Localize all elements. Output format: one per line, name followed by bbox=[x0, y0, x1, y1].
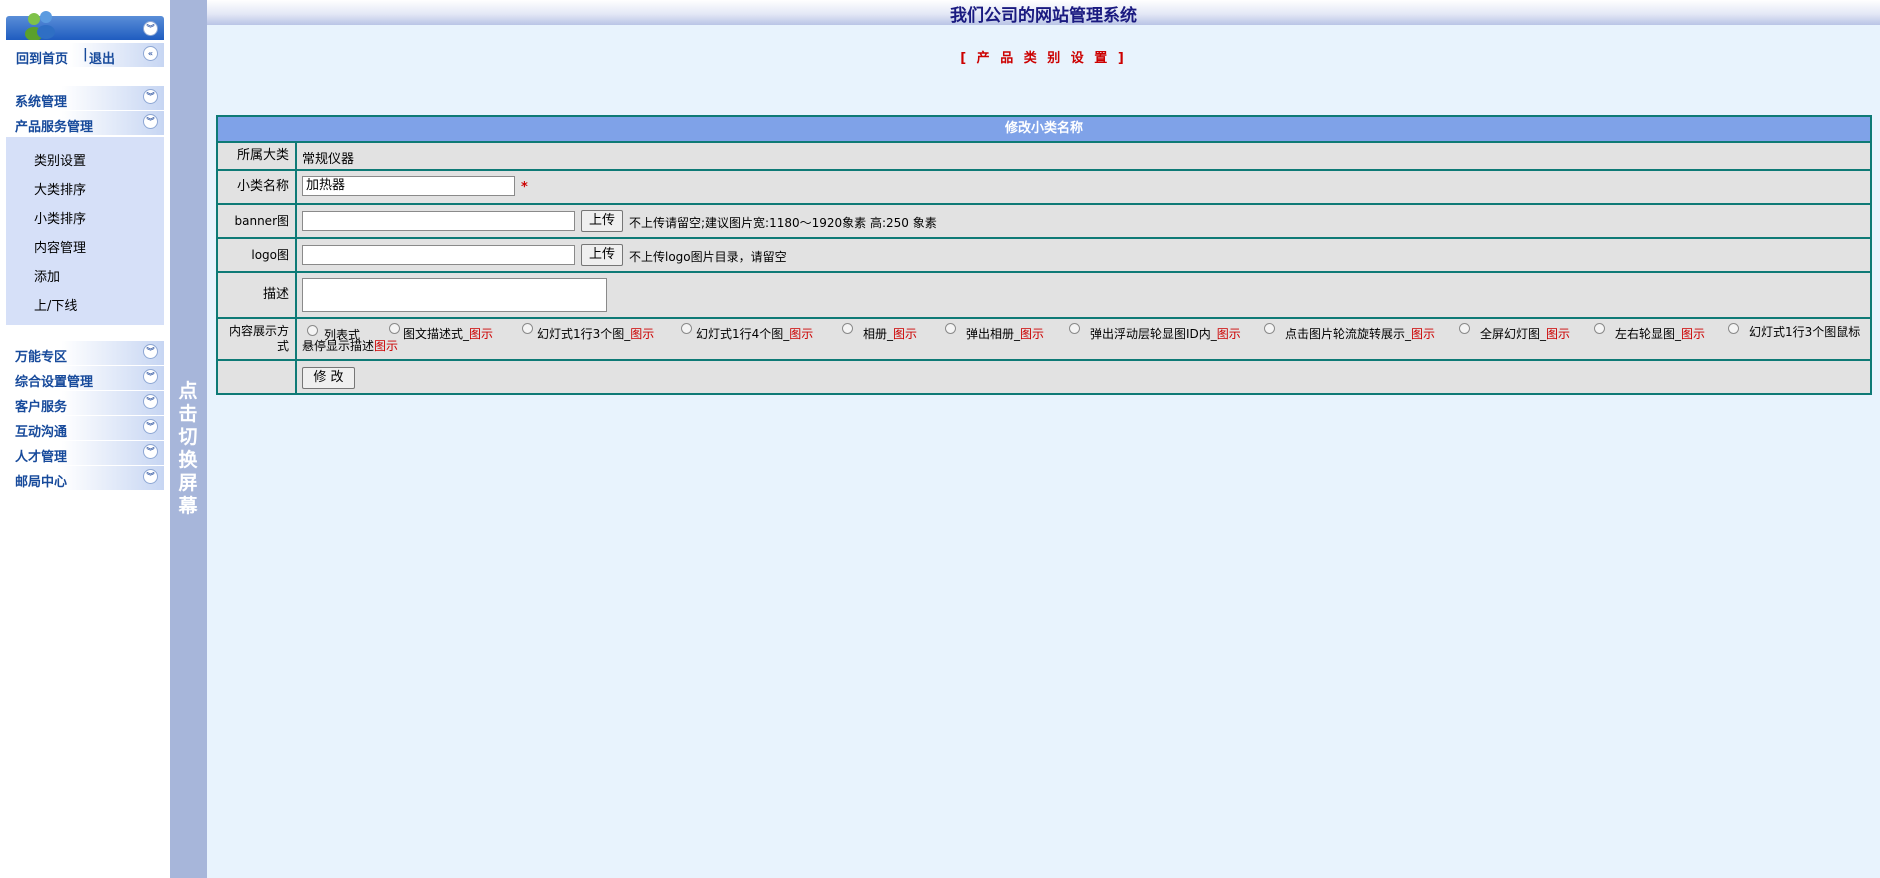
parent-category-label: 所属大类 bbox=[218, 143, 295, 169]
submenu-item-category[interactable]: 类别设置 bbox=[34, 150, 86, 169]
logo-cell: 上传 不上传logo图片目录，请留空 bbox=[297, 239, 1870, 271]
menu-hr[interactable]: 人才管理 ︾ bbox=[6, 441, 164, 465]
menu-mail[interactable]: 邮局中心 ︾ bbox=[6, 466, 164, 490]
submit-cell: 修 改 bbox=[297, 361, 1870, 393]
menu-products[interactable]: 产品服务管理 ︾ bbox=[6, 111, 164, 135]
menu-settings-label: 综合设置管理 bbox=[15, 375, 94, 390]
link-separator: | bbox=[83, 47, 88, 62]
form-header: 修改小类名称 bbox=[218, 117, 1870, 141]
submenu-item-online[interactable]: 上/下线 bbox=[34, 295, 77, 314]
banner-cell: 上传 不上传请留空;建议图片宽:1180～1920象素 高:250 象素 bbox=[297, 205, 1870, 237]
logo-label: logo图 bbox=[218, 239, 295, 271]
chevron-down-icon[interactable]: ︾ bbox=[143, 469, 158, 484]
logo-input[interactable] bbox=[302, 245, 575, 265]
menu-products-label: 产品服务管理 bbox=[15, 120, 94, 135]
submenu-item-minor-sort[interactable]: 小类排序 bbox=[34, 208, 86, 227]
submenu-item-content[interactable]: 内容管理 bbox=[34, 237, 86, 256]
chevron-down-icon[interactable]: ︾ bbox=[143, 394, 158, 409]
chevron-down-icon[interactable]: ︾ bbox=[143, 89, 158, 104]
banner-upload-button[interactable]: 上传 bbox=[581, 210, 623, 232]
banner-label: banner图 bbox=[218, 205, 295, 237]
parent-category-value: 常规仪器 bbox=[302, 152, 355, 167]
submit-button[interactable]: 修 改 bbox=[302, 367, 355, 389]
description-label: 描述 bbox=[218, 273, 295, 317]
edit-subcategory-form: 修改小类名称 所属大类 常规仪器 小类名称 加热器 * banner图 上传 不… bbox=[216, 115, 1872, 395]
logo-hint: 不上传logo图片目录，请留空 bbox=[629, 250, 787, 264]
description-cell bbox=[297, 273, 1870, 317]
subcategory-name-input[interactable]: 加热器 bbox=[302, 176, 515, 196]
submenu-item-add[interactable]: 添加 bbox=[34, 266, 60, 285]
page-title: 我们公司的网站管理系统 bbox=[950, 6, 1137, 26]
chevron-down-icon[interactable]: ︾ bbox=[143, 419, 158, 434]
preview-link[interactable]: 图示 bbox=[374, 339, 398, 353]
menu-interaction-label: 互动沟通 bbox=[15, 425, 68, 440]
display-method-label: 内容展示方式 bbox=[218, 319, 295, 359]
display-option-slide-hover: 幻灯式1行3个图鼠标悬停显示描述图示 bbox=[302, 325, 1861, 353]
menu-universal-label: 万能专区 bbox=[15, 350, 68, 365]
menu-universal[interactable]: 万能专区 ︾ bbox=[6, 341, 164, 365]
screen-toggle-splitter[interactable]: 点击切换屏幕 bbox=[170, 0, 207, 878]
top-title-bar: 我们公司的网站管理系统 bbox=[207, 0, 1880, 26]
banner-hint: 不上传请留空;建议图片宽:1180～1920象素 高:250 象素 bbox=[629, 216, 937, 230]
chevron-down-icon[interactable]: ︾ bbox=[143, 114, 158, 129]
sidebar-logo-bar: ︾ bbox=[6, 11, 164, 40]
menu-system-label: 系统管理 bbox=[15, 95, 68, 110]
menu-interaction[interactable]: 互动沟通 ︾ bbox=[6, 416, 164, 440]
banner-input[interactable] bbox=[302, 211, 575, 231]
display-method-cell: 列表式 图文描述式_图示 幻灯式1行3个图_图示 幻灯式1行4个图_图示 相册_… bbox=[297, 319, 1870, 359]
description-textarea[interactable] bbox=[302, 278, 607, 312]
menu-customer[interactable]: 客户服务 ︾ bbox=[6, 391, 164, 415]
collapse-down-icon[interactable]: ︾ bbox=[143, 21, 158, 36]
menu-hr-label: 人才管理 bbox=[15, 450, 68, 465]
users-logo-icon bbox=[25, 11, 55, 40]
parent-category-cell: 常规仪器 bbox=[297, 143, 1870, 169]
left-sidebar: ︾ 回到首页 | 退出 « 系统管理 ︾ 产品服务管理 ︾ 类别设置 大类排序 … bbox=[0, 0, 170, 878]
submenu-item-major-sort[interactable]: 大类排序 bbox=[34, 179, 86, 198]
collapse-sidebar-icon[interactable]: « bbox=[143, 46, 158, 61]
home-link[interactable]: 回到首页 bbox=[16, 48, 68, 67]
menu-system[interactable]: 系统管理 ︾ bbox=[6, 86, 164, 110]
splitter-label: 点击切换屏幕 bbox=[178, 380, 198, 517]
menu-settings[interactable]: 综合设置管理 ︾ bbox=[6, 366, 164, 390]
chevron-down-icon[interactable]: ︾ bbox=[143, 369, 158, 384]
chevron-down-icon[interactable]: ︾ bbox=[143, 344, 158, 359]
required-mark: * bbox=[521, 180, 528, 195]
logout-link[interactable]: 退出 bbox=[89, 48, 115, 67]
subcategory-name-label: 小类名称 bbox=[218, 171, 295, 203]
logo-upload-button[interactable]: 上传 bbox=[581, 244, 623, 266]
menu-mail-label: 邮局中心 bbox=[15, 475, 68, 490]
submit-label-cell bbox=[218, 361, 295, 393]
chevron-down-icon[interactable]: ︾ bbox=[143, 444, 158, 459]
menu-customer-label: 客户服务 bbox=[15, 400, 68, 415]
sidebar-top-links: 回到首页 | 退出 « bbox=[6, 43, 164, 67]
subcategory-name-cell: 加热器 * bbox=[297, 171, 1870, 203]
section-title: [ 产 品 类 别 设 置 ] bbox=[960, 51, 1127, 66]
products-submenu: 类别设置 大类排序 小类排序 内容管理 添加 上/下线 bbox=[6, 137, 164, 325]
